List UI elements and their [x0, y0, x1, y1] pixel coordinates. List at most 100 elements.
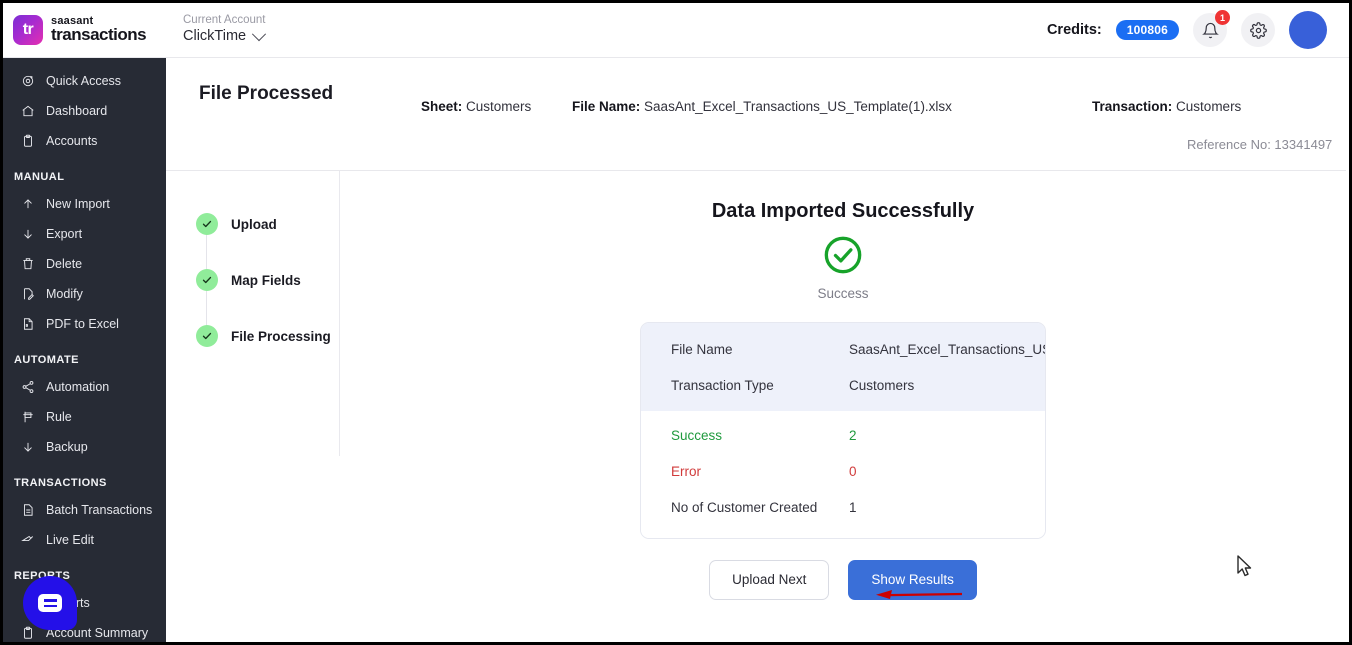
- summary-row-customers-created: No of Customer Created 1: [671, 498, 1015, 519]
- sidebar-item-label: Modify: [46, 287, 83, 301]
- result-panel: Data Imported Successfully Success File …: [340, 171, 1346, 645]
- sidebar-item-live-edit[interactable]: Live Edit: [3, 525, 166, 555]
- summary-value: 1: [849, 498, 857, 519]
- sheet-label: Sheet:: [421, 99, 462, 114]
- sidebar-item-delete[interactable]: Delete: [3, 249, 166, 279]
- gear-icon: [1250, 22, 1267, 39]
- settings-button[interactable]: [1241, 13, 1275, 47]
- progress-steps: Upload Map Fields File Processing: [166, 171, 340, 456]
- success-icon-wrapper: [340, 235, 1346, 275]
- sidebar-item-modify[interactable]: Modify: [3, 279, 166, 309]
- sidebar-item-label: Backup: [46, 440, 88, 454]
- summary-card-bottom: Success 2 Error 0 No of Customer Created…: [641, 411, 1045, 538]
- target-icon: [20, 74, 35, 89]
- summary-value: SaasAnt_Excel_Transactions_US_Template(1…: [849, 340, 1046, 361]
- summary-card-top: File Name SaasAnt_Excel_Transactions_US_…: [641, 323, 1045, 411]
- sidebar-item-label: Delete: [46, 257, 82, 271]
- sheet-meta: Sheet: Customers: [421, 99, 531, 114]
- clipboard-icon: [20, 134, 35, 149]
- brand-text: saasant transactions: [51, 16, 146, 44]
- summary-key: File Name: [671, 340, 849, 361]
- status-text: Success: [340, 286, 1346, 301]
- step-label: Map Fields: [231, 273, 301, 288]
- upload-next-button[interactable]: Upload Next: [709, 560, 829, 600]
- summary-value: 2: [849, 426, 857, 447]
- check-icon: [196, 213, 218, 235]
- current-account-label: Current Account: [183, 14, 265, 28]
- rule-flag-icon: [20, 410, 35, 425]
- sidebar-item-rule[interactable]: Rule: [3, 402, 166, 432]
- step-file-processing[interactable]: File Processing: [196, 325, 331, 347]
- brand-name-bottom: transactions: [51, 26, 146, 44]
- sidebar-section-reports: REPORTS: [3, 570, 166, 582]
- current-account-row[interactable]: ClickTime: [183, 28, 265, 45]
- action-buttons: Upload Next Show Results: [340, 560, 1346, 600]
- sidebar-item-quick-access[interactable]: Quick Access: [3, 66, 166, 96]
- pencil-edit-icon: [20, 533, 35, 548]
- sidebar-item-label: Export: [46, 227, 82, 241]
- document-lines-icon: [20, 503, 35, 518]
- account-switcher[interactable]: Current Account ClickTime: [183, 14, 265, 45]
- sidebar-item-account-summary[interactable]: Account Summary: [3, 618, 166, 645]
- sheet-value: Customers: [466, 99, 531, 114]
- sidebar-item-dashboard[interactable]: Dashboard: [3, 96, 166, 126]
- sidebar-item-pdf-to-excel[interactable]: PDF to Excel: [3, 309, 166, 339]
- step-label: File Processing: [231, 329, 331, 344]
- sidebar-item-new-import[interactable]: New Import: [3, 189, 166, 219]
- summary-key: Transaction Type: [671, 376, 849, 397]
- sidebar-item-export[interactable]: Export: [3, 219, 166, 249]
- sidebar-item-batch-transactions[interactable]: Batch Transactions: [3, 495, 166, 525]
- top-navigation-bar: tr saasant transactions Current Account …: [3, 3, 1349, 58]
- mouse-pointer-icon: [1236, 555, 1254, 579]
- summary-row-error: Error 0: [671, 462, 1015, 483]
- chevron-down-icon[interactable]: [252, 27, 266, 41]
- step-label: Upload: [231, 217, 277, 232]
- import-summary-card: File Name SaasAnt_Excel_Transactions_US_…: [640, 322, 1046, 539]
- page-title: File Processed: [199, 83, 333, 105]
- app-window: tr saasant transactions Current Account …: [0, 0, 1352, 645]
- transaction-label: Transaction:: [1092, 99, 1172, 114]
- summary-row-transaction-type: Transaction Type Customers: [671, 376, 1015, 397]
- file-name-meta: File Name: SaasAnt_Excel_Transactions_US…: [572, 99, 952, 114]
- content-body: Upload Map Fields File Processing: [166, 171, 1346, 645]
- trash-icon: [20, 257, 35, 272]
- red-left-arrow-annotation: [870, 589, 962, 599]
- sidebar-item-label: Automation: [46, 380, 109, 394]
- content-header: File Processed Sheet: Customers File Nam…: [166, 58, 1346, 171]
- brand-logo[interactable]: tr saasant transactions: [3, 3, 163, 58]
- saasant-logo-icon: tr: [13, 15, 43, 45]
- current-account-name: ClickTime: [183, 28, 246, 45]
- step-map-fields[interactable]: Map Fields: [196, 269, 301, 291]
- sidebar-item-label: Batch Transactions: [46, 503, 152, 517]
- summary-row-success: Success 2: [671, 426, 1015, 447]
- sidebar-item-label: Rule: [46, 410, 72, 424]
- summary-key: Success: [671, 426, 849, 447]
- bell-icon: [1202, 22, 1219, 39]
- check-icon: [196, 325, 218, 347]
- file-name-label: File Name:: [572, 99, 640, 114]
- sidebar-section-transactions: TRANSACTIONS: [3, 477, 166, 489]
- notifications-button[interactable]: 1: [1193, 13, 1227, 47]
- circle-check-icon: [823, 235, 863, 275]
- sidebar-item-label: Live Edit: [46, 533, 94, 547]
- reference-number: Reference No: 13341497: [1187, 137, 1332, 152]
- summary-key: No of Customer Created: [671, 498, 849, 519]
- home-icon: [20, 104, 35, 119]
- sidebar-navigation: Quick Access Dashboard Accounts MANUAL: [3, 58, 166, 645]
- summary-value: Customers: [849, 376, 914, 397]
- credits-value-badge[interactable]: 100806: [1116, 20, 1179, 40]
- check-icon: [196, 269, 218, 291]
- transaction-value: Customers: [1176, 99, 1241, 114]
- sidebar-item-accounts[interactable]: Accounts: [3, 126, 166, 156]
- result-heading: Data Imported Successfully: [340, 200, 1346, 223]
- user-avatar[interactable]: [1289, 11, 1327, 49]
- main-content: File Processed Sheet: Customers File Nam…: [166, 58, 1346, 642]
- sidebar-item-automation[interactable]: Automation: [3, 372, 166, 402]
- sidebar-item-label: PDF to Excel: [46, 317, 119, 331]
- step-upload[interactable]: Upload: [196, 213, 277, 235]
- transaction-meta: Transaction: Customers: [1092, 99, 1241, 114]
- sidebar-item-backup[interactable]: Backup: [3, 432, 166, 462]
- chat-support-button[interactable]: [23, 576, 77, 630]
- credits-label: Credits:: [1047, 22, 1102, 38]
- download-arrow-icon: [20, 440, 35, 455]
